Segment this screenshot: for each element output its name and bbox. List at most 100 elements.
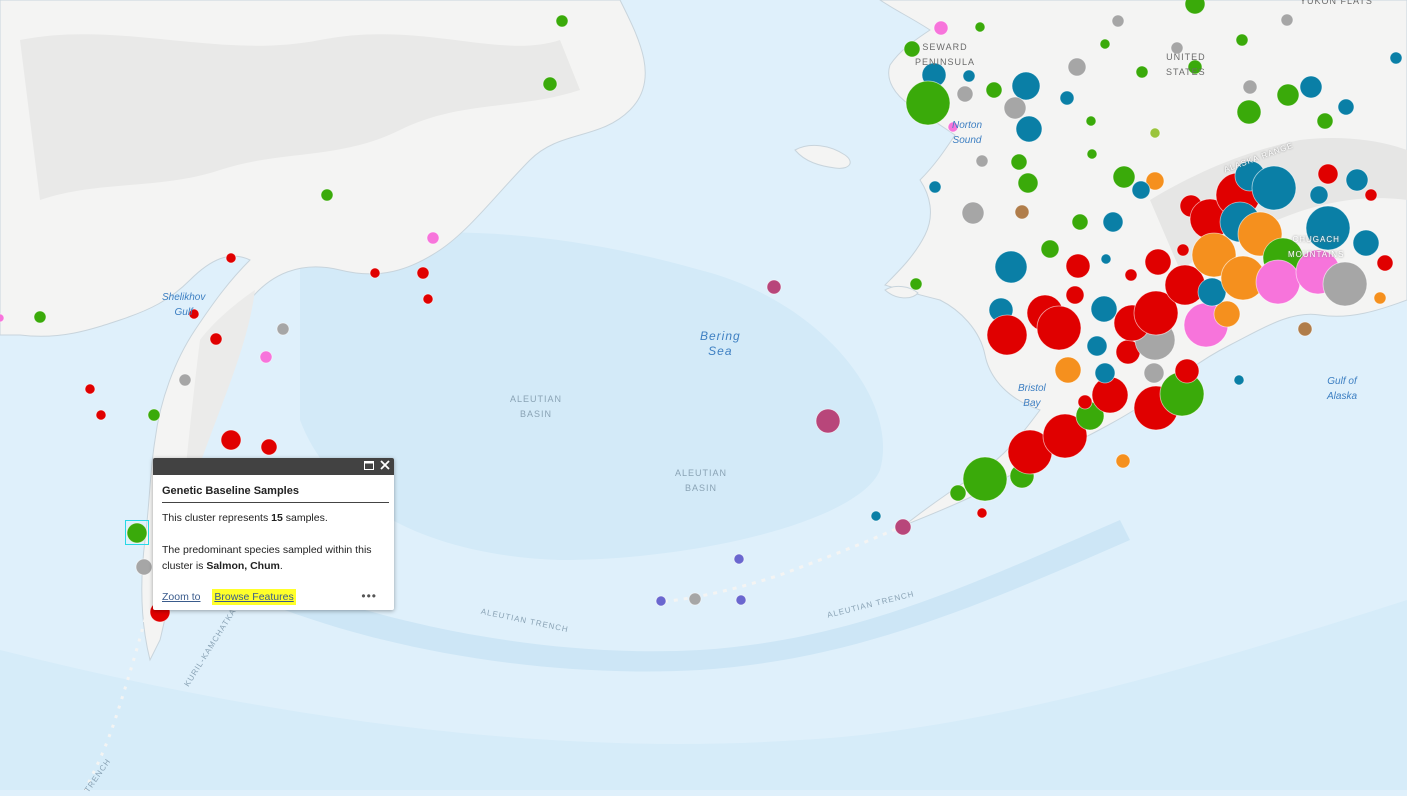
sample-cluster-green[interactable] <box>1135 65 1149 79</box>
sample-cluster-teal[interactable] <box>1086 335 1108 357</box>
sample-cluster-gray[interactable] <box>1143 362 1165 384</box>
sample-cluster-teal[interactable] <box>1059 90 1075 106</box>
sample-cluster-green[interactable] <box>542 76 558 92</box>
sample-cluster-teal[interactable] <box>1299 75 1323 99</box>
sample-cluster-green[interactable] <box>1071 213 1089 231</box>
sample-cluster-red[interactable] <box>1124 268 1138 282</box>
sample-cluster-gray[interactable] <box>178 373 192 387</box>
sample-cluster-green[interactable] <box>1235 33 1249 47</box>
sample-cluster-green[interactable] <box>974 21 986 33</box>
sample-cluster-teal[interactable] <box>1251 165 1297 211</box>
sample-cluster-pink[interactable] <box>1255 259 1301 305</box>
sample-cluster-red[interactable] <box>369 267 381 279</box>
sample-cluster-teal[interactable] <box>1100 253 1112 265</box>
sample-cluster-red[interactable] <box>225 252 237 264</box>
sample-cluster-red[interactable] <box>209 332 223 346</box>
sample-cluster-purple[interactable] <box>735 594 747 606</box>
sample-cluster-gray[interactable] <box>1003 96 1027 120</box>
sample-cluster-red[interactable] <box>1176 243 1190 257</box>
sample-cluster-red[interactable] <box>1376 254 1394 272</box>
sample-cluster-green[interactable] <box>962 456 1008 502</box>
sample-cluster-teal[interactable] <box>1233 374 1245 386</box>
sample-cluster-red[interactable] <box>976 507 988 519</box>
sample-cluster-red[interactable] <box>260 438 278 456</box>
sample-cluster-teal[interactable] <box>1345 168 1369 192</box>
sample-cluster-green[interactable] <box>1086 148 1098 160</box>
sample-cluster-red[interactable] <box>95 409 107 421</box>
sample-cluster-green[interactable] <box>909 277 923 291</box>
sample-cluster-red[interactable] <box>220 429 242 451</box>
sample-cluster-teal[interactable] <box>994 250 1028 284</box>
sample-cluster-magenta[interactable] <box>894 518 912 536</box>
basemap[interactable] <box>0 0 1407 790</box>
sample-cluster-teal[interactable] <box>870 510 882 522</box>
sample-cluster-teal[interactable] <box>1389 51 1403 65</box>
sample-cluster-red[interactable] <box>1364 188 1378 202</box>
sample-cluster-red[interactable] <box>986 314 1028 356</box>
sample-cluster-gray[interactable] <box>956 85 974 103</box>
sample-cluster-gray[interactable] <box>276 322 290 336</box>
sample-cluster-pink[interactable] <box>933 20 949 36</box>
sample-cluster-gray[interactable] <box>1111 14 1125 28</box>
sample-cluster-green[interactable] <box>949 484 967 502</box>
sample-cluster-green[interactable] <box>1112 165 1136 189</box>
sample-cluster-teal[interactable] <box>928 180 942 194</box>
sample-cluster-teal[interactable] <box>1011 71 1041 101</box>
sample-cluster-magenta[interactable] <box>815 408 841 434</box>
sample-cluster-red[interactable] <box>1144 248 1172 276</box>
sample-cluster-gray[interactable] <box>961 201 985 225</box>
sample-cluster-red[interactable] <box>1091 376 1129 414</box>
sample-cluster-orange[interactable] <box>1054 356 1082 384</box>
sample-cluster-orange[interactable] <box>1373 291 1387 305</box>
sample-cluster-teal[interactable] <box>1309 185 1329 205</box>
sample-cluster-teal[interactable] <box>1352 229 1380 257</box>
sample-cluster-gray[interactable] <box>1242 79 1258 95</box>
sample-cluster-green[interactable] <box>147 408 161 422</box>
sample-cluster-teal[interactable] <box>1131 180 1151 200</box>
sample-cluster-orange[interactable] <box>1115 453 1131 469</box>
sample-cluster-gray[interactable] <box>135 558 153 576</box>
sample-cluster-green[interactable] <box>985 81 1003 99</box>
sample-cluster-green[interactable] <box>1085 115 1097 127</box>
more-actions-icon[interactable]: ••• <box>361 589 377 603</box>
close-icon[interactable] <box>378 459 392 473</box>
sample-cluster-green[interactable] <box>1316 112 1334 130</box>
browse-features-link[interactable]: Browse Features <box>212 589 296 605</box>
sample-cluster-teal[interactable] <box>1015 115 1043 143</box>
sample-cluster-green[interactable] <box>1099 38 1111 50</box>
maximize-icon[interactable] <box>362 459 376 473</box>
sample-cluster-green[interactable] <box>1010 153 1028 171</box>
sample-cluster-purple[interactable] <box>733 553 745 565</box>
sample-cluster-gray[interactable] <box>1067 57 1087 77</box>
sample-cluster-gray[interactable] <box>1322 261 1368 307</box>
sample-cluster-brown[interactable] <box>1014 204 1030 220</box>
sample-cluster-green[interactable] <box>1040 239 1060 259</box>
sample-cluster-red[interactable] <box>416 266 430 280</box>
sample-cluster-red[interactable] <box>1036 305 1082 351</box>
sample-cluster-green[interactable] <box>33 310 47 324</box>
sample-cluster-green[interactable] <box>320 188 334 202</box>
sample-cluster-red[interactable] <box>84 383 96 395</box>
sample-cluster-green[interactable] <box>905 80 951 126</box>
sample-cluster-teal[interactable] <box>1102 211 1124 233</box>
sample-cluster-gray[interactable] <box>1280 13 1294 27</box>
sample-cluster-gray[interactable] <box>688 592 702 606</box>
sample-cluster-green[interactable] <box>1276 83 1300 107</box>
zoom-to-link[interactable]: Zoom to <box>162 591 201 603</box>
sample-cluster-red[interactable] <box>1077 394 1093 410</box>
sample-cluster-pink[interactable] <box>426 231 440 245</box>
sample-cluster-red[interactable] <box>1065 285 1085 305</box>
sample-cluster-red[interactable] <box>1174 358 1200 384</box>
sample-cluster-red[interactable] <box>1065 253 1091 279</box>
sample-cluster-gray[interactable] <box>975 154 989 168</box>
sample-cluster-lime[interactable] <box>1149 127 1161 139</box>
sample-cluster-teal[interactable] <box>1094 362 1116 384</box>
sample-cluster-red[interactable] <box>1317 163 1339 185</box>
sample-cluster-teal[interactable] <box>1090 295 1118 323</box>
sample-cluster-brown[interactable] <box>1297 321 1313 337</box>
feature-popup[interactable]: Genetic Baseline Samples This cluster re… <box>153 458 394 610</box>
sample-cluster-teal[interactable] <box>1337 98 1355 116</box>
sample-cluster-purple[interactable] <box>655 595 667 607</box>
sample-cluster-pink[interactable] <box>259 350 273 364</box>
sample-cluster-green[interactable] <box>555 14 569 28</box>
